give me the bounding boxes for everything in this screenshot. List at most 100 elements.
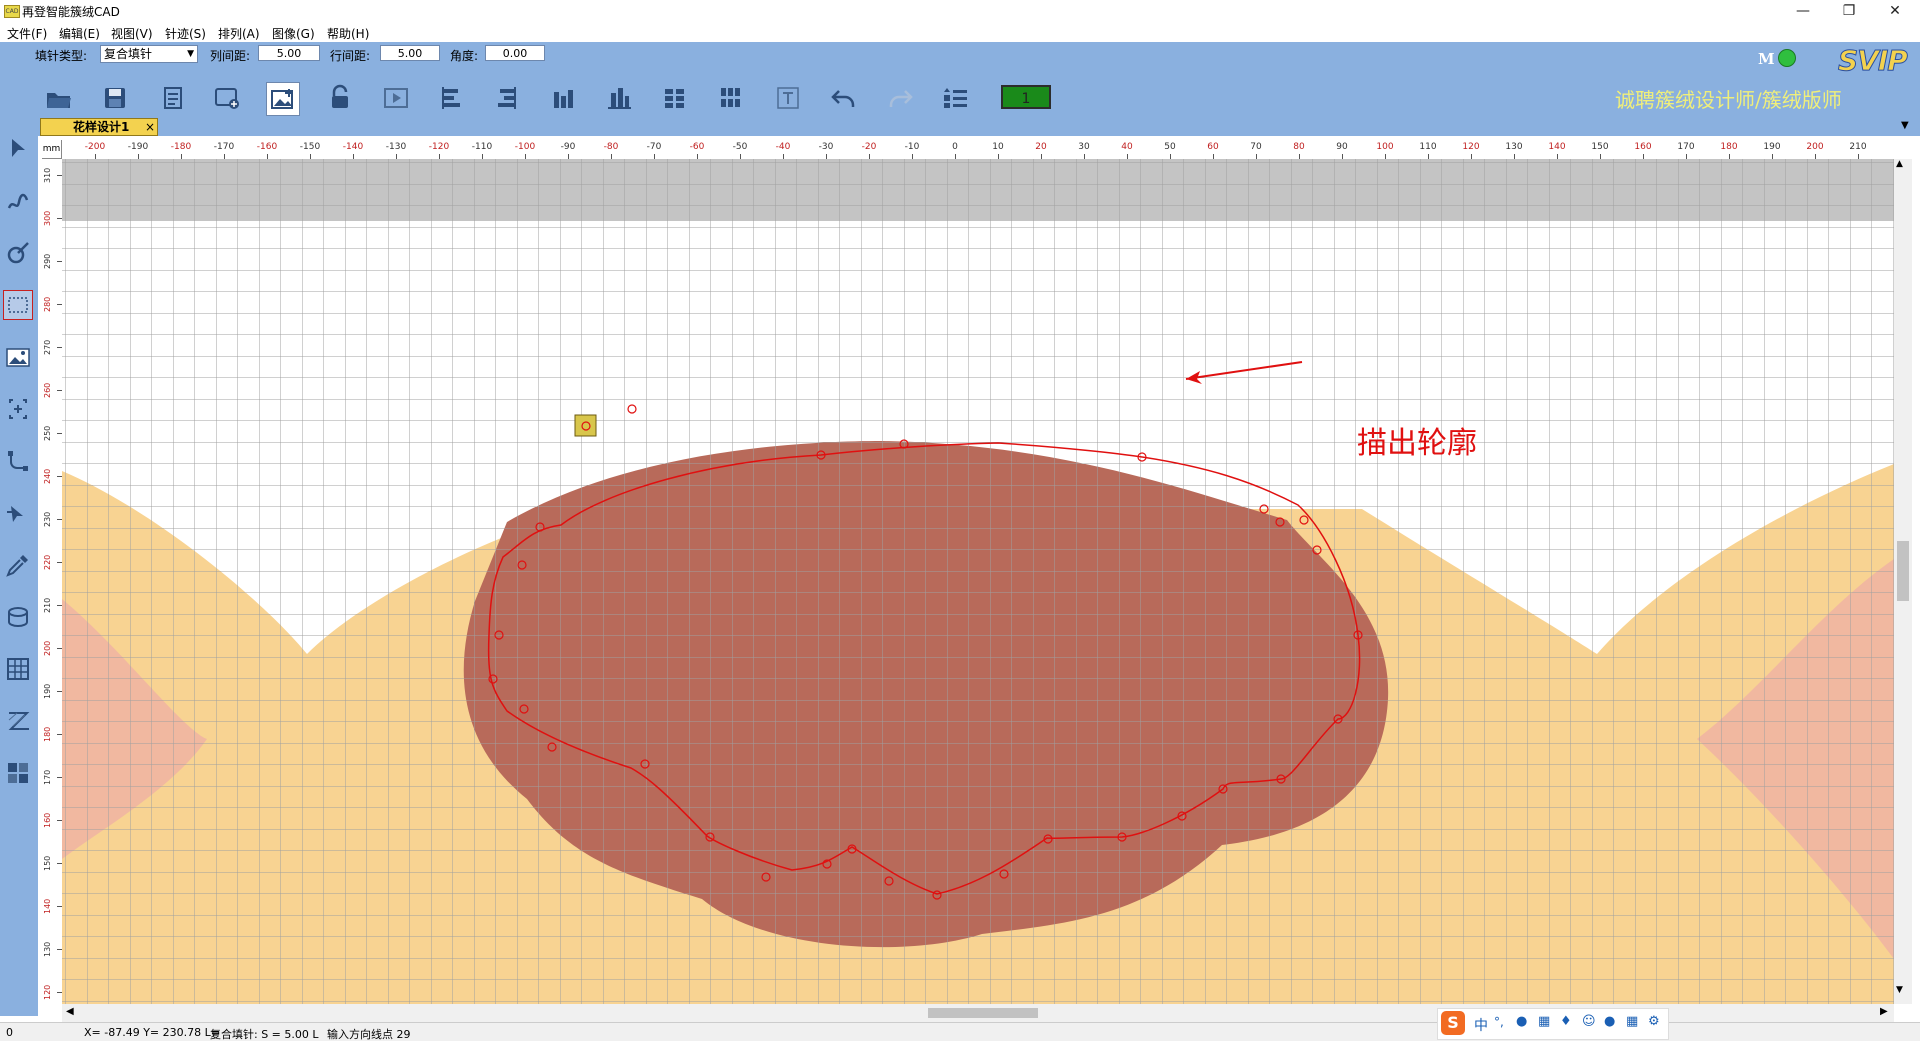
settings-gear-icon[interactable]: ⚙ <box>1648 1014 1660 1029</box>
row-spacing-label: 行间距: <box>330 49 371 63</box>
app-icon: CAD <box>4 5 20 18</box>
menu-file[interactable]: 文件(F) <box>7 25 47 42</box>
ime-toolbar[interactable]: S 中 °, ● ▦ ♦ ☺ ● ▦ ⚙ <box>1437 1008 1669 1040</box>
ruler-top-tick: -120 <box>428 142 450 152</box>
status-coords: X= -87.49 Y= 230.78 L= <box>84 1026 220 1039</box>
selected-control-point[interactable] <box>574 414 597 437</box>
status-light-icon <box>1778 49 1796 67</box>
scroll-down-icon[interactable]: ▼ <box>1896 985 1903 995</box>
status-zero: 0 <box>6 1026 13 1039</box>
ruler-top-tick: 130 <box>1505 142 1523 152</box>
minimize-icon[interactable]: — <box>1780 0 1826 22</box>
ruler-top-tick: -90 <box>560 142 576 152</box>
ruler-top-tick: 0 <box>952 142 958 152</box>
toolbox-icon[interactable]: ▦ <box>1626 1014 1638 1029</box>
menu-image[interactable]: 图像(G) <box>272 25 315 42</box>
menu-help[interactable]: 帮助(H) <box>327 25 369 42</box>
tab-close-icon[interactable]: × <box>145 119 155 135</box>
close-icon[interactable]: ✕ <box>1872 0 1918 22</box>
maximize-icon[interactable]: ❐ <box>1826 0 1872 22</box>
bezier-icon[interactable] <box>3 446 33 476</box>
drawing-canvas[interactable] <box>62 159 1894 1004</box>
horizontal-scroll-thumb[interactable] <box>928 1008 1038 1018</box>
ruler-top-tick: 180 <box>1720 142 1738 152</box>
align-right-icon[interactable] <box>491 84 521 112</box>
tab-design-1[interactable]: 花样设计1 × <box>40 118 158 136</box>
scroll-left-icon[interactable]: ◀ <box>66 1006 74 1017</box>
col-spacing-input[interactable]: 5.00 <box>258 45 320 61</box>
canvas-svg <box>62 159 1894 1004</box>
ruler-left-tick: 180 <box>43 726 52 742</box>
ruler-left-tick: 300 <box>43 210 52 226</box>
ruler-top-tick: -140 <box>342 142 364 152</box>
vertical-scroll-thumb[interactable] <box>1897 541 1909 601</box>
counter-display: 1 <box>1001 85 1051 109</box>
redo-icon[interactable] <box>885 84 915 112</box>
microphone-icon[interactable]: ● <box>1516 1014 1527 1029</box>
align-bottom-alt-icon[interactable] <box>604 84 634 112</box>
align-bottom-icon[interactable] <box>548 84 578 112</box>
ruler-top-tick: -170 <box>213 142 235 152</box>
fit-contour-icon[interactable] <box>3 394 33 424</box>
angle-input[interactable]: 0.00 <box>485 45 545 61</box>
open-folder-icon[interactable] <box>44 84 74 112</box>
menu-stitch[interactable]: 针迹(S) <box>165 25 206 42</box>
emoji-icon[interactable]: ☺ <box>1582 1014 1596 1029</box>
ruler-top-tick: -40 <box>775 142 791 152</box>
menu-view[interactable]: 视图(V) <box>111 25 153 42</box>
ruler-left-tick: 150 <box>43 855 52 871</box>
select-arrow-icon[interactable] <box>3 134 33 164</box>
ruler-top-tick: -200 <box>84 142 106 152</box>
ruler-left-tick: 190 <box>43 683 52 699</box>
scroll-right-icon[interactable]: ▶ <box>1880 1006 1888 1017</box>
fill-type-select[interactable]: 复合填针 ▼ <box>100 45 198 63</box>
distribute-vertical-icon[interactable] <box>716 84 746 112</box>
keyboard-icon[interactable]: ▦ <box>1538 1014 1550 1029</box>
ruler-top-tick: 60 <box>1207 142 1219 152</box>
ime-language[interactable]: 中 <box>1474 1015 1488 1035</box>
undo-icon[interactable] <box>829 84 859 112</box>
punctuation-icon[interactable]: °, <box>1494 1015 1504 1029</box>
freehand-curve-icon[interactable] <box>3 186 33 216</box>
ruler-top-tick: 210 <box>1849 142 1867 152</box>
list-settings-icon[interactable] <box>941 84 971 112</box>
align-left-icon[interactable] <box>437 84 467 112</box>
menu-arrange[interactable]: 排列(A) <box>218 25 260 42</box>
ruler-left-tick: 260 <box>43 382 52 398</box>
fill-type-value: 复合填针 <box>104 47 153 61</box>
play-icon[interactable] <box>381 84 411 112</box>
ruler-left-tick: 130 <box>43 941 52 957</box>
ruler-top-tick: 120 <box>1462 142 1480 152</box>
text-icon[interactable] <box>773 84 803 112</box>
distribute-horizontal-icon[interactable] <box>660 84 690 112</box>
ruler-left-tick: 290 <box>43 253 52 269</box>
ruler-top-tick: -160 <box>256 142 278 152</box>
document-icon[interactable] <box>158 84 188 112</box>
grid-fill-icon[interactable] <box>3 654 33 684</box>
game-icon[interactable]: ● <box>1604 1014 1615 1029</box>
rectangle-select-icon <box>8 297 28 313</box>
image-icon[interactable] <box>3 342 33 372</box>
menu-edit[interactable]: 编辑(E) <box>59 25 100 42</box>
title-bar <box>0 0 1920 22</box>
node-edit-icon[interactable] <box>3 238 33 268</box>
stack-layers-icon[interactable] <box>3 602 33 632</box>
vertical-scrollbar[interactable]: ▲ ▼ <box>1894 159 1912 1004</box>
ruler-top: -200 -190 -180 -170 -160 -150 -140 -130 -120 -110… <box>62 140 1894 160</box>
zigzag-stitch-icon[interactable] <box>3 706 33 736</box>
blocks-icon[interactable] <box>3 758 33 788</box>
lock-icon[interactable] <box>325 84 355 112</box>
svip-logo: SVIP <box>1838 44 1909 78</box>
arrow-edit-icon[interactable] <box>3 498 33 528</box>
save-icon[interactable] <box>100 84 130 112</box>
add-window-icon[interactable] <box>212 84 242 112</box>
ruler-top-tick: -110 <box>471 142 493 152</box>
skin-icon[interactable]: ♦ <box>1560 1014 1572 1029</box>
row-spacing-input[interactable]: 5.00 <box>380 45 440 61</box>
eyedropper-icon[interactable] <box>3 550 33 580</box>
scroll-up-icon[interactable]: ▲ <box>1896 159 1903 169</box>
ruler-left-tick: 250 <box>43 425 52 441</box>
ruler-left-tick: 270 <box>43 339 52 355</box>
tab-menu-chevron-icon[interactable]: ▼ <box>1901 120 1909 131</box>
ruler-top-tick: 190 <box>1763 142 1781 152</box>
